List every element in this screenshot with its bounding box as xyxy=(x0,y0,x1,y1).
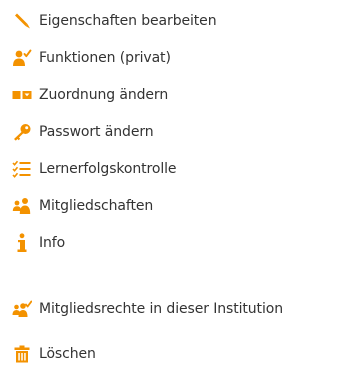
user-check-icon xyxy=(12,48,32,68)
menu-item-change-assignment[interactable]: Zuordnung ändern xyxy=(12,82,168,108)
info-icon xyxy=(12,233,32,253)
menu-item-learning-control[interactable]: Lernerfolgskontrolle xyxy=(12,156,177,182)
group-check-icon xyxy=(12,299,32,319)
menu-item-label: Löschen xyxy=(39,346,96,362)
menu-item-memberships[interactable]: Mitgliedschaften xyxy=(12,193,153,219)
key-icon xyxy=(12,122,32,142)
menu-item-label: Eigenschaften bearbeiten xyxy=(39,13,217,29)
menu-item-institution-rights[interactable]: Mitgliedsrechte in dieser Institution xyxy=(12,296,283,322)
group-icon xyxy=(12,196,32,216)
menu-item-functions-private[interactable]: Funktionen (privat) xyxy=(12,45,171,71)
menu-item-label: Mitgliedschaften xyxy=(39,198,154,214)
menu-item-label: Passwort ändern xyxy=(39,124,154,140)
menu-item-delete[interactable]: Löschen xyxy=(12,341,96,367)
menu-item-label: Mitgliedsrechte in dieser Institution xyxy=(39,301,283,317)
menu-item-label: Funktionen (privat) xyxy=(39,50,171,66)
menu-item-label: Info xyxy=(39,235,66,251)
menu-item-change-password[interactable]: Passwort ändern xyxy=(12,119,154,145)
action-menu: Eigenschaften bearbeiten Funktionen (pri… xyxy=(0,0,353,389)
menu-item-label: Lernerfolgskontrolle xyxy=(39,161,177,177)
assign-icon xyxy=(12,85,32,105)
menu-item-edit-properties[interactable]: Eigenschaften bearbeiten xyxy=(12,8,217,34)
menu-item-label: Zuordnung ändern xyxy=(39,87,169,103)
pencil-icon xyxy=(12,11,32,31)
checklist-icon xyxy=(12,159,32,179)
trash-icon xyxy=(12,344,32,364)
menu-item-info[interactable]: Info xyxy=(12,230,65,256)
